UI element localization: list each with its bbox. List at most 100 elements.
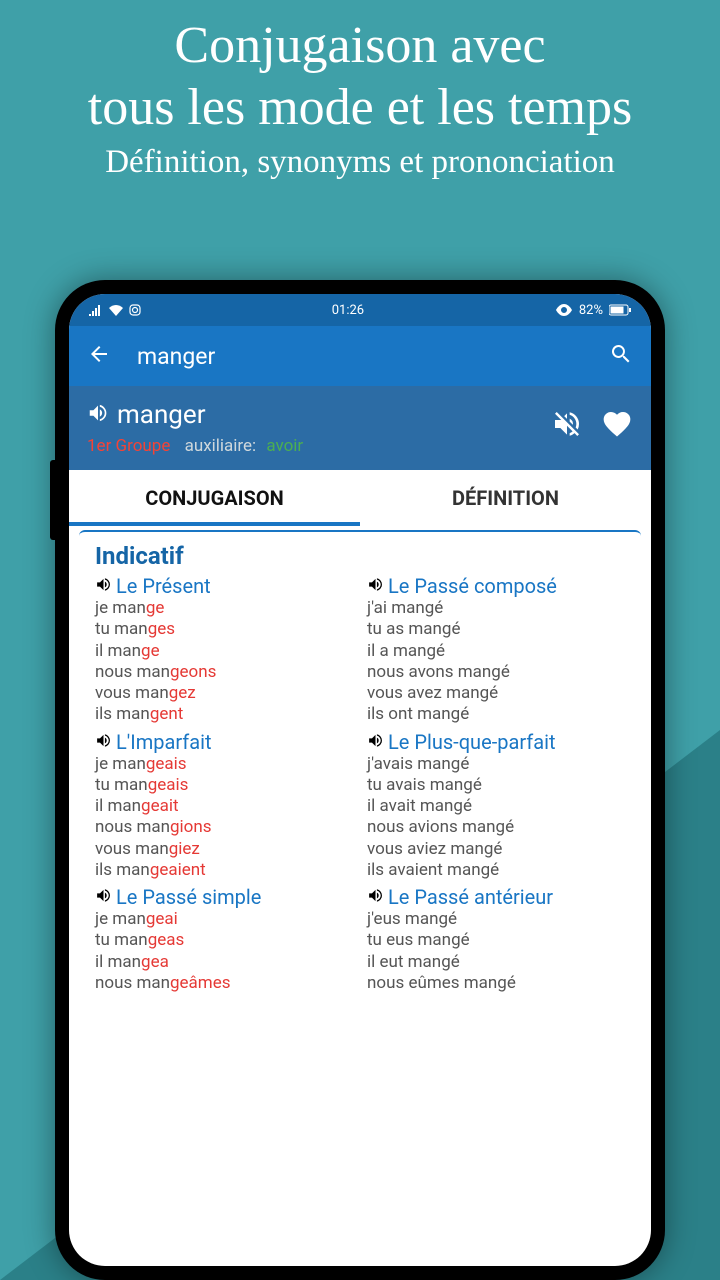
conjugation-line: j'eus mangé <box>367 909 625 930</box>
conjugation-line: il avait mangé <box>367 796 625 817</box>
word-title: manger <box>117 400 206 430</box>
speaker-icon <box>95 574 112 598</box>
phone-screen: 01:26 82% manger manger <box>69 294 651 1266</box>
conjugation-stem: je man <box>95 909 146 929</box>
conjugation-stem: il man <box>95 796 141 816</box>
conjugation-line: vous aviez mangé <box>367 839 625 860</box>
conjugation-line: il mangeait <box>95 796 353 817</box>
conjugation-stem: il a mangé <box>367 641 445 661</box>
conjugation-stem: tu man <box>95 930 148 950</box>
tense-block: Le Plus-que-parfaitj'avais mangétu avais… <box>367 730 625 882</box>
eye-icon <box>555 304 573 316</box>
conjugation-line: nous eûmes mangé <box>367 973 625 994</box>
arrow-back-icon <box>87 342 111 366</box>
conjugation-stem: j'ai mangé <box>367 598 443 618</box>
camera-icon <box>129 304 141 316</box>
speaker-icon <box>367 730 384 754</box>
conjugation-line: il a mangé <box>367 641 625 662</box>
conjugation-line: j'avais mangé <box>367 754 625 775</box>
back-button[interactable] <box>87 342 111 370</box>
phone-button-bump <box>50 460 55 540</box>
conjugation-ending: giez <box>169 839 200 859</box>
tense-block: Le Présentje mangetu mangesil mangenous … <box>95 574 353 726</box>
conjugation-ending: geas <box>148 930 185 950</box>
conjugation-line: il mangea <box>95 952 353 973</box>
conjugation-stem: je man <box>95 754 146 774</box>
tense-title[interactable]: L'Imparfait <box>95 730 353 754</box>
tense-title[interactable]: Le Présent <box>95 574 353 598</box>
conjugation-ending: ges <box>148 619 175 639</box>
promo-title-line2: tous les mode et les temps <box>88 79 632 136</box>
conjugation-line: tu mangeais <box>95 775 353 796</box>
mute-button[interactable] <box>551 408 583 444</box>
conjugation-line: vous mangez <box>95 683 353 704</box>
conjugation-stem: ils man <box>95 860 150 880</box>
speaker-icon <box>367 885 384 909</box>
tense-title[interactable]: Le Passé composé <box>367 574 625 598</box>
signal-icon <box>89 304 103 316</box>
content[interactable]: Indicatif Le Présentje mangetu mangesil … <box>79 530 641 1250</box>
tense-title[interactable]: Le Passé antérieur <box>367 885 625 909</box>
conjugation-stem: tu man <box>95 619 148 639</box>
conjugation-ending: geâmes <box>170 973 231 993</box>
battery-icon <box>609 304 631 316</box>
conjugation-line: vous mangiez <box>95 839 353 860</box>
favorite-button[interactable] <box>601 408 633 444</box>
promo-subtitle: Définition, synonyms et prononciation <box>10 144 710 181</box>
conjugation-ending: geaient <box>150 860 206 880</box>
conjugation-ending: gions <box>170 817 212 837</box>
conjugation-ending: ge <box>141 641 160 661</box>
tense-title[interactable]: Le Passé simple <box>95 885 353 909</box>
status-time: 01:26 <box>332 303 364 318</box>
speaker-icon <box>95 885 112 909</box>
speaker-icon <box>87 402 109 424</box>
tense-title[interactable]: Le Plus-que-parfait <box>367 730 625 754</box>
speaker-icon <box>367 574 384 598</box>
conjugation-line: tu manges <box>95 619 353 640</box>
conjugation-line: tu mangeas <box>95 930 353 951</box>
conjugation-line: tu avais mangé <box>367 775 625 796</box>
search-button[interactable] <box>609 342 633 370</box>
pronounce-button[interactable] <box>87 402 109 428</box>
tense-block: Le Passé antérieurj'eus mangétu eus mang… <box>367 885 625 994</box>
tab-conjugation[interactable]: CONJUGAISON <box>69 470 360 526</box>
conjugation-stem: il man <box>95 641 141 661</box>
word-meta: 1er Groupe auxiliaire: avoir <box>87 436 551 456</box>
tab-definition[interactable]: DÉFINITION <box>360 470 651 526</box>
tense-title-text: Le Plus-que-parfait <box>388 730 556 754</box>
conjugation-stem: j'avais mangé <box>367 754 469 774</box>
wifi-icon <box>109 304 123 316</box>
conjugation-ending: geais <box>146 754 187 774</box>
search-icon <box>609 342 633 366</box>
conjugation-stem: tu avais mangé <box>367 775 482 795</box>
tense-title-text: Le Présent <box>116 574 211 598</box>
conjugation-line: ils mangent <box>95 704 353 725</box>
heart-icon <box>601 408 633 440</box>
conjugation-stem: nous man <box>95 973 170 993</box>
conjugation-line: je mange <box>95 598 353 619</box>
conjugation-line: nous avons mangé <box>367 662 625 683</box>
conjugation-line: je mangeai <box>95 909 353 930</box>
tense-grid: Le Présentje mangetu mangesil mangenous … <box>95 574 625 998</box>
conjugation-stem: il man <box>95 952 141 972</box>
conjugation-line: il eut mangé <box>367 952 625 973</box>
tense-block: Le Passé simpleje mangeaitu mangeasil ma… <box>95 885 353 994</box>
phone-frame: 01:26 82% manger manger <box>55 280 665 1280</box>
conjugation-line: tu as mangé <box>367 619 625 640</box>
conjugation-ending: gent <box>150 704 184 724</box>
conjugation-stem: il avait mangé <box>367 796 472 816</box>
conjugation-ending: geait <box>141 796 179 816</box>
tense-block: Le Passé composéj'ai mangétu as mangéil … <box>367 574 625 726</box>
tense-title-text: Le Passé simple <box>116 885 261 909</box>
conjugation-ending: geai <box>146 909 178 929</box>
tense-title-text: Le Passé composé <box>388 574 557 598</box>
word-aux-value: avoir <box>266 436 303 456</box>
conjugation-ending: geais <box>148 775 189 795</box>
conjugation-stem: vous man <box>95 683 169 703</box>
conjugation-ending: gez <box>169 683 196 703</box>
word-title-row: manger <box>87 400 551 430</box>
tense-block: L'Imparfaitje mangeaistu mangeaisil mang… <box>95 730 353 882</box>
conjugation-line: nous mangeâmes <box>95 973 353 994</box>
conjugation-line: nous mangeons <box>95 662 353 683</box>
conjugation-stem: je man <box>95 598 146 618</box>
